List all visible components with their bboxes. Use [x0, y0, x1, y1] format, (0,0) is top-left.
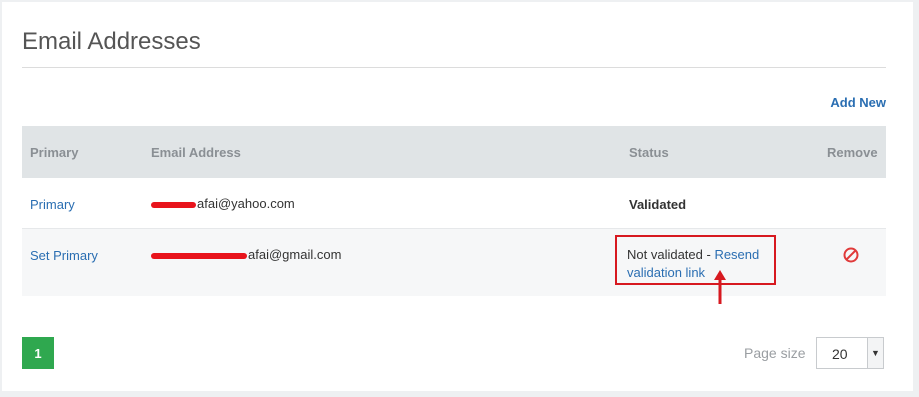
email-visible-part: afai@yahoo.com — [197, 196, 295, 211]
page-size-label: Page size — [744, 345, 806, 361]
header-remove: Remove — [827, 145, 878, 160]
page-title: Email Addresses — [22, 28, 201, 55]
title-divider — [22, 67, 886, 68]
header-primary: Primary — [30, 145, 79, 160]
page-1-button[interactable]: 1 — [22, 337, 54, 369]
page-size-value: 20 — [832, 346, 848, 362]
email-table: Primary Email Address Status Remove Prim… — [22, 126, 886, 304]
set-primary-link[interactable]: Set Primary — [30, 248, 98, 263]
header-email-address: Email Address — [151, 145, 241, 160]
status-text: Not validated - — [627, 247, 715, 262]
table-row: Primary afai@yahoo.com Validated — [22, 178, 886, 229]
add-new-link[interactable]: Add New — [830, 95, 886, 110]
email-address-cell: afai@gmail.com — [151, 247, 341, 262]
remove-circle-icon[interactable] — [843, 247, 859, 263]
status-not-validated: Not validated - Resend validation link — [627, 246, 777, 282]
email-addresses-panel: Email Addresses Add New Primary Email Ad… — [2, 2, 913, 391]
email-visible-part: afai@gmail.com — [248, 247, 342, 262]
redaction-mark — [151, 201, 196, 208]
red-arrow-icon — [714, 270, 726, 304]
header-status: Status — [629, 145, 669, 160]
chevron-down-icon: ▼ — [867, 338, 883, 368]
email-address-cell: afai@yahoo.com — [151, 196, 295, 211]
primary-link[interactable]: Primary — [30, 197, 75, 212]
redaction-mark — [151, 252, 247, 259]
table-header: Primary Email Address Status Remove — [22, 126, 886, 178]
table-row: Set Primary afai@gmail.com Not validated… — [22, 229, 886, 304]
status-validated: Validated — [629, 197, 687, 212]
page-size-select[interactable]: 20 ▼ — [816, 337, 884, 369]
